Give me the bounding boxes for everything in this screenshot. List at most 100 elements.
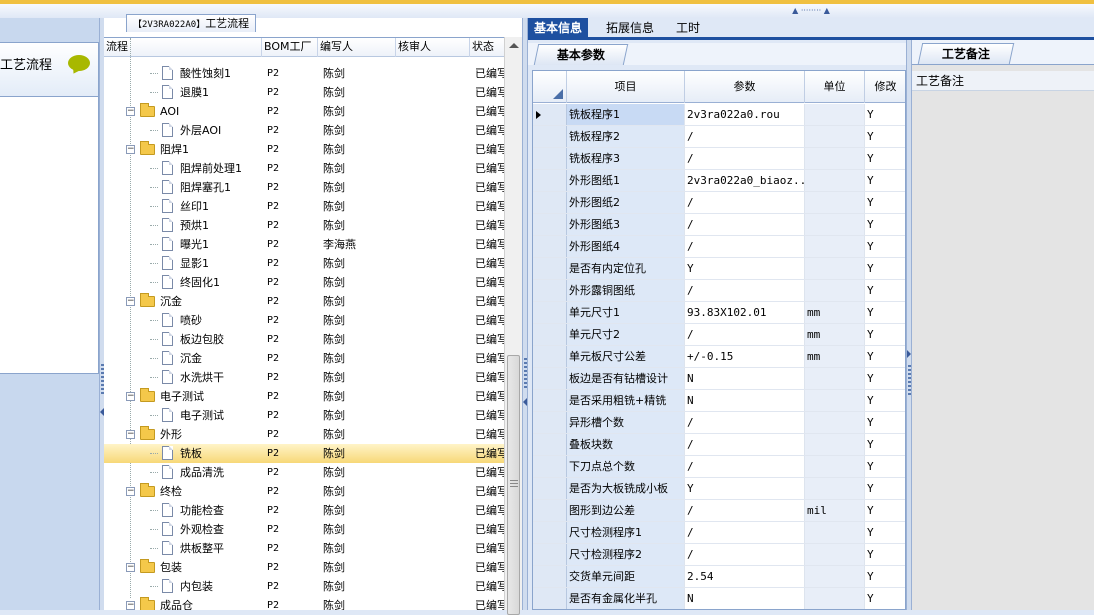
param-value-cell[interactable]: +/-0.15	[685, 346, 805, 367]
row-header[interactable]	[533, 566, 567, 587]
param-row[interactable]: 图形到边公差 / mil Y	[533, 500, 905, 522]
param-modify-cell[interactable]: Y	[865, 148, 905, 169]
param-value-cell[interactable]: /	[685, 500, 805, 521]
param-row[interactable]: 下刀点总个数 / Y	[533, 456, 905, 478]
tree-col-header[interactable]: 状态	[470, 38, 508, 57]
tree-row[interactable]: 功能检查 P2 陈剑 已编写	[104, 501, 508, 520]
param-modify-cell[interactable]: Y	[865, 302, 905, 323]
row-header[interactable]	[533, 302, 567, 323]
param-value-cell[interactable]: Y	[685, 478, 805, 499]
param-row[interactable]: 外形图纸4/ Y	[533, 236, 905, 258]
param-modify-cell[interactable]: Y	[865, 500, 905, 521]
param-col-header[interactable]: 修改	[865, 71, 905, 103]
param-modify-cell[interactable]: Y	[865, 390, 905, 411]
param-modify-cell[interactable]: Y	[865, 236, 905, 257]
param-value-cell[interactable]: /	[685, 412, 805, 433]
tree-row[interactable]: 成品清洗 P2 陈剑 已编写	[104, 463, 508, 482]
row-header[interactable]	[533, 346, 567, 367]
collapse-toggle-icon[interactable]: −	[126, 430, 135, 439]
param-row[interactable]: 铣板程序1 2v3ra022a0.rou Y	[533, 104, 905, 126]
collapse-middle-icon[interactable]	[523, 398, 527, 406]
row-header[interactable]	[533, 148, 567, 169]
param-row[interactable]: 铣板程序2/ Y	[533, 126, 905, 148]
param-value-cell[interactable]: /	[685, 280, 805, 301]
middle-splitter[interactable]	[522, 18, 528, 610]
param-row[interactable]: 是否有金属化半孔 N Y	[533, 588, 905, 609]
tree-row[interactable]: 丝印1 P2 陈剑 已编写	[104, 197, 508, 216]
param-row[interactable]: 外形图纸1 2v3ra022a0_biaoz... Y	[533, 170, 905, 192]
param-row[interactable]: 是否采用粗铣+精铣 N Y	[533, 390, 905, 412]
param-value-cell[interactable]: Y	[685, 258, 805, 279]
param-value-cell[interactable]: /	[685, 434, 805, 455]
row-header[interactable]	[533, 324, 567, 345]
tree-row[interactable]: 水洗烘干 P2 陈剑 已编写	[104, 368, 508, 387]
param-value-cell[interactable]: /	[685, 236, 805, 257]
param-modify-cell[interactable]: Y	[865, 412, 905, 433]
collapse-toggle-icon[interactable]: −	[126, 563, 135, 572]
tree-row[interactable]: 阻焊塞孔1 P2 陈剑 已编写	[104, 178, 508, 197]
param-modify-cell[interactable]: Y	[865, 104, 905, 125]
row-header[interactable]	[533, 368, 567, 389]
param-row[interactable]: 外形图纸3/ Y	[533, 214, 905, 236]
notes-body[interactable]: 工艺备注	[912, 64, 1094, 610]
row-header[interactable]	[533, 192, 567, 213]
collapse-toggle-icon[interactable]: −	[126, 392, 135, 401]
tree-row[interactable]: − 外形 P2 陈剑 已编写	[104, 425, 508, 444]
param-row[interactable]: 单元尺寸2/mm Y	[533, 324, 905, 346]
tree-row[interactable]: 烘板整平 P2 陈剑 已编写	[104, 539, 508, 558]
param-value-cell[interactable]: N	[685, 390, 805, 411]
row-header[interactable]	[533, 434, 567, 455]
row-header[interactable]	[533, 588, 567, 609]
param-row[interactable]: 铣板程序3/ Y	[533, 148, 905, 170]
tree-row[interactable]: 阻焊前处理1 P2 陈剑 已编写	[104, 159, 508, 178]
collapse-right-icon[interactable]	[907, 350, 911, 358]
param-row[interactable]: 交货单元间距 2.54 Y	[533, 566, 905, 588]
param-value-cell[interactable]: 93.83X102.01	[685, 302, 805, 323]
tree-row[interactable]: − 成品仓 P2 陈剑 已编写	[104, 596, 508, 610]
row-header[interactable]	[533, 258, 567, 279]
scroll-up-icon[interactable]	[509, 43, 519, 48]
param-modify-cell[interactable]: Y	[865, 566, 905, 587]
param-row[interactable]: 单元板尺寸公差 +/-0.15 mm Y	[533, 346, 905, 368]
param-modify-cell[interactable]: Y	[865, 126, 905, 147]
param-modify-cell[interactable]: Y	[865, 192, 905, 213]
tree-row[interactable]: 铣板 P2 陈剑 已编写	[104, 444, 508, 463]
param-row[interactable]: 单元尺寸1 93.83X102.01 mm Y	[533, 302, 905, 324]
param-value-cell[interactable]: /	[685, 214, 805, 235]
param-modify-cell[interactable]: Y	[865, 434, 905, 455]
param-row[interactable]: 外形图纸2/ Y	[533, 192, 905, 214]
param-modify-cell[interactable]: Y	[865, 478, 905, 499]
param-modify-cell[interactable]: Y	[865, 456, 905, 477]
param-row[interactable]: 尺寸检测程序1/ Y	[533, 522, 905, 544]
collapse-toggle-icon[interactable]: −	[126, 487, 135, 496]
param-value-cell[interactable]: /	[685, 192, 805, 213]
comment-bubble-icon[interactable]	[68, 55, 90, 71]
row-header[interactable]	[533, 456, 567, 477]
tree-row[interactable]: 预烘1 P2 陈剑 已编写	[104, 216, 508, 235]
tree-row[interactable]: 退膜1 P2 陈剑 已编写	[104, 83, 508, 102]
param-value-cell[interactable]: /	[685, 544, 805, 565]
tab-work-hours[interactable]: 工时	[670, 18, 706, 38]
tree-col-header[interactable]: BOM工厂	[262, 38, 318, 57]
param-value-cell[interactable]: /	[685, 126, 805, 147]
collapse-toggle-icon[interactable]: −	[126, 601, 135, 610]
tree-row[interactable]: 曝光1 P2 李海燕 已编写	[104, 235, 508, 254]
param-col-header[interactable]: 项目	[567, 71, 685, 103]
param-modify-cell[interactable]: Y	[865, 258, 905, 279]
collapse-grip-icon[interactable]: ▲ ········ ▲	[780, 7, 842, 15]
tree-row[interactable]: − 电子测试 P2 陈剑 已编写	[104, 387, 508, 406]
tab-process-notes[interactable]: 工艺备注	[917, 43, 1015, 64]
param-modify-cell[interactable]: Y	[865, 368, 905, 389]
param-modify-cell[interactable]: Y	[865, 544, 905, 565]
tree-col-header[interactable]: 核审人	[396, 38, 470, 57]
tree-row[interactable]: 外层AOI P2 陈剑 已编写	[104, 121, 508, 140]
tree-col-header[interactable]: 流程	[104, 38, 262, 57]
param-value-cell[interactable]: N	[685, 588, 805, 609]
param-modify-cell[interactable]: Y	[865, 280, 905, 301]
tree-row[interactable]: 喷砂 P2 陈剑 已编写	[104, 311, 508, 330]
collapse-toggle-icon[interactable]: −	[126, 297, 135, 306]
tab-extended-info[interactable]: 拓展信息	[600, 18, 660, 38]
param-col-header[interactable]: 单位	[805, 71, 865, 103]
row-header[interactable]	[533, 236, 567, 257]
param-modify-cell[interactable]: Y	[865, 588, 905, 609]
